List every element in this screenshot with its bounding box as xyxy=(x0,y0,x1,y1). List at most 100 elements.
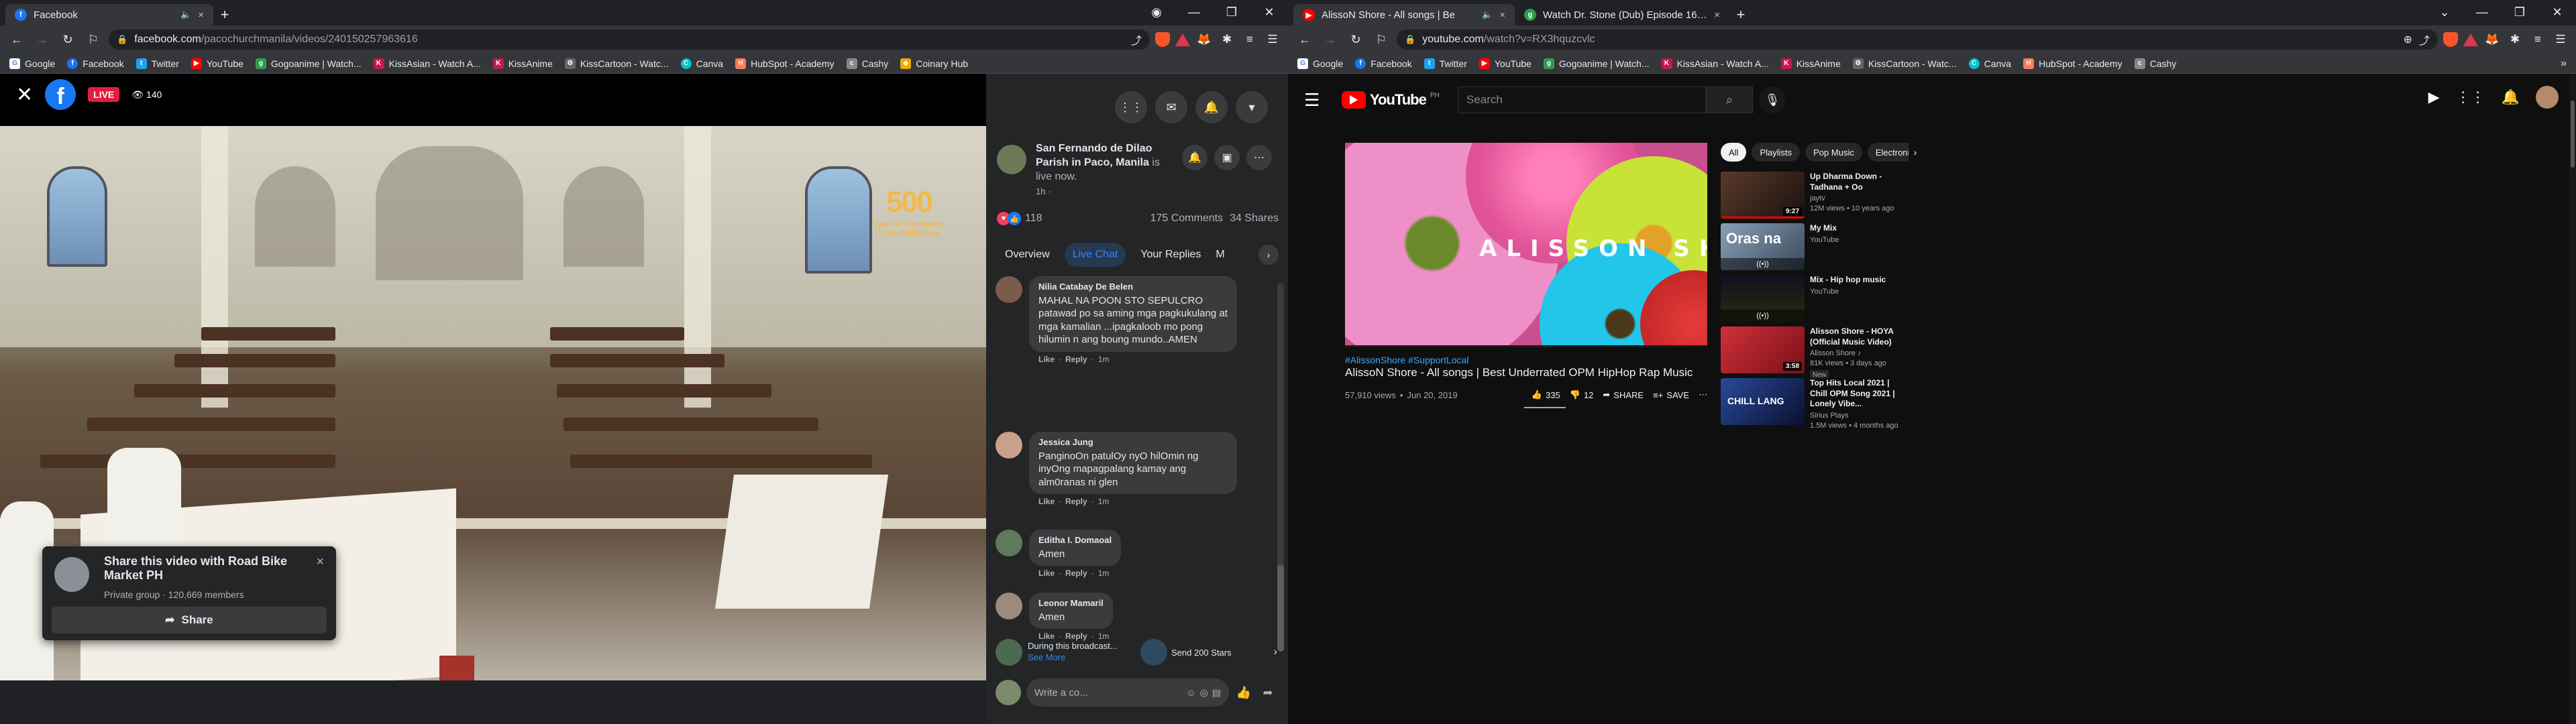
tab-close-icon[interactable]: × xyxy=(1714,9,1720,21)
tab-youtube[interactable]: ▶ AlissoN Shore - All songs | Be 🔈 × xyxy=(1293,4,1515,25)
menu-grid-icon[interactable]: ⋮⋮ xyxy=(1115,91,1147,123)
chip-electronic-music[interactable]: Electronic Mus xyxy=(1867,143,1909,162)
live-video-player[interactable]: ✕ f LIVE 👁 140 500 Years of Christianity… xyxy=(0,74,986,680)
create-video-icon[interactable]: ▶ xyxy=(2428,88,2440,106)
commenter-name[interactable]: Leonor Mamaril xyxy=(1038,598,1104,609)
notify-bell-icon[interactable]: 🔔 xyxy=(1182,145,1208,170)
bookmark-hubspot[interactable]: H HubSpot - Academy xyxy=(735,58,835,69)
notifications-icon[interactable]: 🔔 xyxy=(1195,91,1228,123)
chip-all[interactable]: All xyxy=(1721,143,1747,162)
video-thumbnail[interactable]: ((•)) xyxy=(1721,275,1805,322)
recommended-video[interactable]: 9:27 Up Dharma Down - Tadhana + Oo jaytv 1… xyxy=(1721,172,1909,223)
video-thumbnail[interactable]: CHILL LANG xyxy=(1721,378,1805,425)
commenter-avatar[interactable] xyxy=(996,530,1022,556)
bookmark-kissanime[interactable]: K KissAnime xyxy=(1780,58,1841,69)
sticker-icon[interactable]: ☺ xyxy=(1186,687,1195,698)
next-arrow-icon[interactable]: › xyxy=(1274,646,1277,658)
microphone-icon[interactable]: 🎙 xyxy=(1759,86,1786,113)
account-dropdown-icon[interactable]: ▾ xyxy=(1236,91,1268,123)
chip-pop-music[interactable]: Pop Music xyxy=(1805,143,1862,162)
video-progress-bar[interactable] xyxy=(1345,345,1707,347)
like-action-icon[interactable]: 👍 xyxy=(1234,686,1253,700)
address-bar[interactable]: 🔒 youtube.com/watch?v=RX3hquzcvlc ⊕ ⤴ xyxy=(1397,29,2438,50)
recommended-video[interactable]: CHILL LANG Top Hits Local 2021 | Chill O… xyxy=(1721,378,1909,430)
save-button[interactable]: ≡+ SAVE xyxy=(1653,390,1689,400)
share-action-icon[interactable]: ➦ xyxy=(1258,686,1277,700)
commenter-name[interactable]: Editha I. Domaoal xyxy=(1038,535,1112,546)
reply-link[interactable]: Reply xyxy=(1065,355,1087,364)
bookmark-youtube[interactable]: ▶ YouTube xyxy=(1479,58,1532,69)
bookmark-canva[interactable]: C Canva xyxy=(1968,58,2011,69)
chips-next-icon[interactable]: › xyxy=(1909,143,1922,162)
maximize-icon[interactable]: ❐ xyxy=(2501,5,2538,19)
bookmark-google[interactable]: G Google xyxy=(1297,58,1343,69)
chip-playlists[interactable]: Playlists xyxy=(1752,143,1801,162)
youtube-logo[interactable]: YouTube PH xyxy=(1342,91,1440,109)
menu-icon[interactable]: ☰ xyxy=(2552,31,2569,48)
recommended-video[interactable]: 3:58 Alisson Shore - HOYA (Official Musi… xyxy=(1721,326,1909,378)
tab-facebook[interactable]: f Facebook 🔈 × xyxy=(5,4,213,25)
bookmark-kissanime[interactable]: K KissAnime xyxy=(492,58,553,69)
apps-grid-icon[interactable]: ⋮⋮ xyxy=(2456,88,2485,106)
chat-scrollbar[interactable] xyxy=(1277,283,1284,652)
commenter-name[interactable]: Nilia Catabay De Belen xyxy=(1038,282,1228,293)
menu-icon[interactable]: ☰ xyxy=(1264,31,1281,48)
reload-icon[interactable]: ↻ xyxy=(58,29,78,50)
share-url-icon[interactable]: ⤴ xyxy=(1131,32,1142,48)
bookmark-cashy[interactable]: c Cashy xyxy=(2134,58,2176,69)
like-link[interactable]: Like xyxy=(1038,355,1055,364)
tab-search-icon[interactable]: ⌄ xyxy=(2426,5,2463,19)
facebook-logo-icon[interactable]: f xyxy=(45,79,76,110)
playlist-icon[interactable]: ≡ xyxy=(2529,31,2546,48)
dislike-button[interactable]: 👎 12 xyxy=(1570,389,1594,400)
share-url-icon[interactable]: ⤴ xyxy=(2419,32,2430,48)
tab-dr-stone[interactable]: g Watch Dr. Stone (Dub) Episode 16 at × xyxy=(1515,4,1729,25)
maximize-icon[interactable]: ❐ xyxy=(1213,5,1250,19)
bookmark-icon[interactable]: ⚐ xyxy=(83,29,103,50)
bookmark-gogoanime[interactable]: g Gogoanime | Watch... xyxy=(1543,58,1650,69)
gif-icon[interactable]: ▤ xyxy=(1212,687,1221,699)
close-window-icon[interactable]: ✕ xyxy=(2538,5,2576,19)
bookmark-canva[interactable]: C Canva xyxy=(680,58,723,69)
bookmark-kissasian[interactable]: K KissAsian - Watch A... xyxy=(1661,58,1769,69)
page-avatar[interactable] xyxy=(997,145,1026,174)
video-thumbnail[interactable]: 9:27 xyxy=(1721,172,1805,219)
bookmark-kisscartoon[interactable]: ⚙ KissCartoon - Watc... xyxy=(1852,58,1957,69)
playlist-icon[interactable]: ≡ xyxy=(1241,31,1258,48)
search-icon[interactable]: ⌕ xyxy=(1706,86,1753,113)
commenter-avatar[interactable] xyxy=(996,593,1022,619)
scroll-thumb[interactable] xyxy=(1277,564,1284,652)
forward-icon[interactable]: → xyxy=(32,29,52,50)
like-link[interactable]: Like xyxy=(1038,497,1055,506)
close-video-icon[interactable]: ✕ xyxy=(16,83,33,107)
reply-link[interactable]: Reply xyxy=(1065,568,1087,578)
tabs-next-icon[interactable]: › xyxy=(1258,245,1279,265)
back-icon[interactable]: ← xyxy=(1295,29,1315,50)
bookmark-cashy[interactable]: c Cashy xyxy=(846,58,888,69)
commenter-avatar[interactable] xyxy=(996,432,1022,459)
page-scrollbar[interactable] xyxy=(2569,74,2576,724)
bookmark-youtube[interactable]: ▶ YouTube xyxy=(191,58,244,69)
tab-your-replies[interactable]: Your Replies xyxy=(1132,243,1209,267)
tab-live-chat[interactable]: Live Chat xyxy=(1064,243,1126,267)
share-button[interactable]: ➦ Share xyxy=(52,607,327,634)
recommended-mix[interactable]: ((•)) Mix - Hip hop music YouTube xyxy=(1721,275,1909,326)
media-icon[interactable]: ◉ xyxy=(1138,5,1175,19)
bookmark-facebook[interactable]: f Facebook xyxy=(67,58,124,69)
more-bookmarks-icon[interactable]: » xyxy=(2561,58,2567,70)
bookmark-coinary[interactable]: ◆ Coinary Hub xyxy=(900,58,968,69)
bookmark-kissasian[interactable]: K KissAsian - Watch A... xyxy=(373,58,481,69)
new-tab-button[interactable]: + xyxy=(213,4,236,25)
video-player[interactable]: ALISSON SHORE xyxy=(1345,143,1707,345)
commenter-avatar[interactable] xyxy=(996,276,1022,303)
video-hashtags[interactable]: #AlissonShore #SupportLocal xyxy=(1345,355,1468,365)
save-post-icon[interactable]: ▣ xyxy=(1214,145,1240,170)
reload-icon[interactable]: ↻ xyxy=(1346,29,1366,50)
recommended-mix[interactable]: Oras na ((•)) My Mix YouTube xyxy=(1721,223,1909,275)
search-input[interactable]: Search xyxy=(1458,86,1706,113)
bookmark-kisscartoon[interactable]: ⚙ KissCartoon - Watc... xyxy=(564,58,669,69)
close-window-icon[interactable]: ✕ xyxy=(1250,5,1288,19)
scroll-thumb[interactable] xyxy=(2571,101,2575,168)
comment-count[interactable]: 175 Comments xyxy=(1150,213,1224,225)
bookmark-twitter[interactable]: t Twitter xyxy=(1424,58,1467,69)
